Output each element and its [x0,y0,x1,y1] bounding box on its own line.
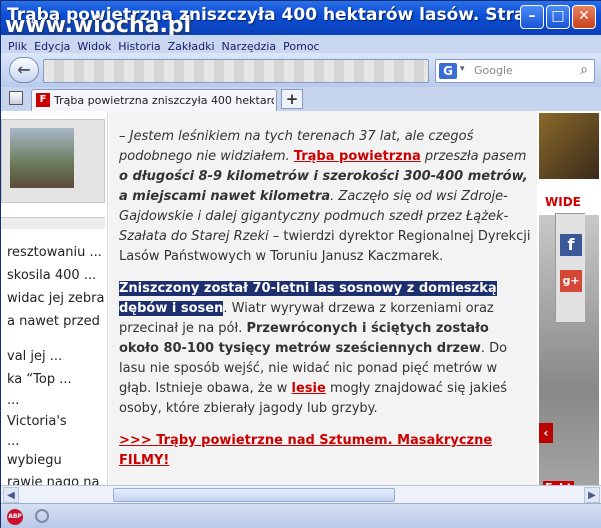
chevron-left-icon[interactable]: ‹ [539,423,553,443]
sidebar-item[interactable]: val jej ... [7,349,62,364]
page-content: resztowaniu ... skosila 400 ... widac je… [1,111,601,503]
related-article-link[interactable]: >>> Trąby powietrzne nad Sztumem. Masakr… [119,433,492,468]
title-bar: Trąba powietrzna zniszczyła 400 hektarów… [1,1,601,35]
maximize-button[interactable]: □ [546,5,570,29]
sidebar-item[interactable]: widac jej zebra [7,291,104,306]
favicon-icon: F [36,93,50,107]
tab-groups-icon[interactable] [9,91,23,105]
sidebar-item[interactable]: ka “Top ... [7,372,72,387]
scroll-left-icon[interactable]: ◀ [3,487,19,503]
wide-label: WIDE [539,191,599,213]
article-link-lesie[interactable]: lesie [292,381,326,396]
article-body: – Jestem leśnikiem na tych terenach 37 l… [109,111,537,503]
sidebar-item[interactable]: a nawet przed [7,314,100,329]
close-button[interactable]: ✕ [572,5,596,29]
minimize-button[interactable]: – [520,5,544,29]
tab-label: Trąba powietrzna zniszczyła 400 hektarów… [54,94,274,107]
chevron-down-icon[interactable]: ▾ [460,64,465,74]
url-bar[interactable] [43,59,429,83]
sidebar-item[interactable]: skosila 400 ... [7,268,96,283]
sidebar-item[interactable]: wybiegu [7,453,62,468]
right-thumbnail[interactable] [539,113,599,179]
status-bar: ABP [1,503,601,528]
sidebar-item[interactable]: resztowaniu ... [7,245,102,260]
sidebar-header [1,217,105,229]
quote-text: przeszła pasem [424,149,527,164]
navigation-toolbar: ← G ▾ Google ⌕ [1,53,601,87]
addon-ring-icon[interactable] [35,509,49,523]
google-plus-icon[interactable]: g+ [560,270,582,292]
sidebar-item[interactable]: ... [7,434,19,449]
right-sidebar: WIDE f g+ ‹ Fakt [537,111,601,503]
tab-active[interactable]: F Trąba powietrzna zniszczyła 400 hektar… [31,89,277,111]
scrollbar-thumb[interactable] [113,488,395,502]
search-placeholder: Google [474,64,513,77]
tab-bar: F Trąba powietrzna zniszczyła 400 hektar… [1,87,601,111]
left-sidebar: resztowaniu ... skosila 400 ... widac je… [1,111,108,503]
browser-window: Trąba powietrzna zniszczyła 400 hektarów… [0,0,601,528]
sidebar-item[interactable]: Victoria's [7,414,67,429]
new-tab-button[interactable]: + [281,89,303,109]
search-icon[interactable]: ⌕ [580,62,588,78]
google-icon[interactable]: G [439,63,457,79]
article-paragraph-2: Zniszczony został 70-letni las sosnowy z… [119,279,531,419]
menu-bar: Plik Edycja Widok Historia Zakładki Narzędzia… [1,35,601,53]
sidebar-thumbnail-box[interactable] [1,119,105,203]
horizontal-scrollbar[interactable]: ◀ ▶ [1,485,601,503]
sidebar-thumbnail-image[interactable] [10,128,74,188]
sidebar-item[interactable]: ... [7,393,19,408]
back-button[interactable]: ← [9,57,39,83]
adblock-icon[interactable]: ABP [7,509,23,525]
scroll-right-icon[interactable]: ▶ [584,487,600,503]
article-paragraph-3: >>> Trąby powietrzne nad Sztumem. Masakr… [119,431,531,471]
facebook-icon[interactable]: f [560,234,582,256]
article-paragraph-1: – Jestem leśnikiem na tych terenach 37 l… [119,127,531,267]
watermark: www.wiocha.pl [5,13,192,35]
article-link-traba[interactable]: Trąba powietrzna [294,149,421,164]
social-share-panel: f g+ [555,213,585,323]
search-box[interactable]: G ▾ Google ⌕ [435,59,595,83]
